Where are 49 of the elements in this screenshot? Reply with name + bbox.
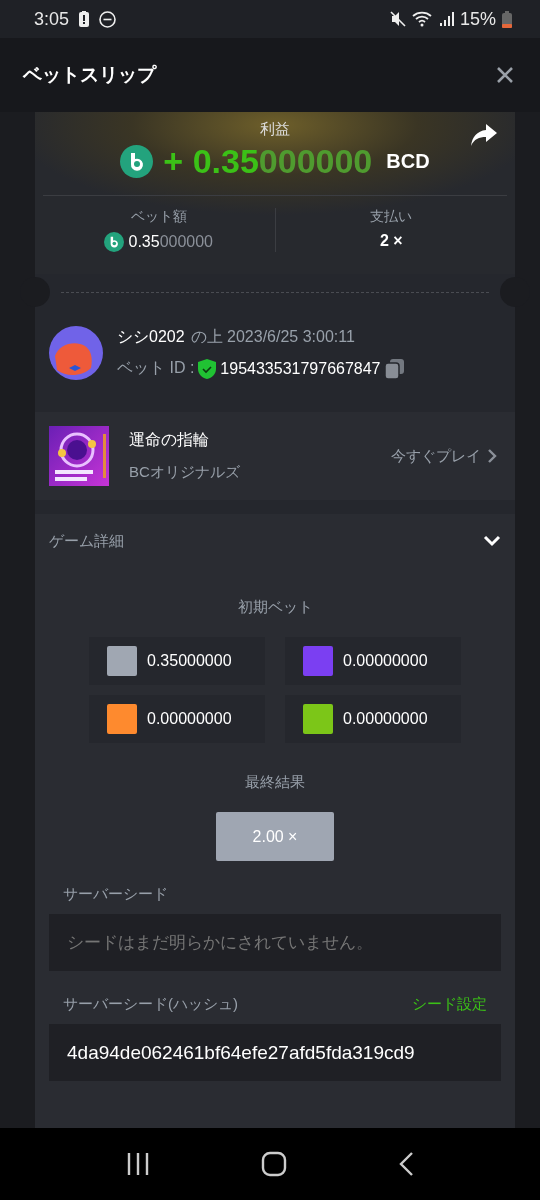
game-card[interactable]: 運命の指輪 BCオリジナルズ 今すぐプレイ <box>35 412 515 500</box>
seed-settings-link[interactable]: シード設定 <box>412 995 487 1014</box>
field-label: サーバーシード(ハッシュ) <box>63 995 238 1014</box>
bet-tile-amount: 0.00000000 <box>343 652 428 670</box>
back-icon[interactable] <box>398 1151 415 1177</box>
mute-icon <box>389 11 406 27</box>
battery-alert-icon <box>79 11 90 27</box>
copy-icon[interactable] <box>384 358 404 379</box>
payout-value: 2 × <box>379 232 403 250</box>
currency-code: BCD <box>386 149 430 173</box>
battery-icon <box>502 10 512 28</box>
payout-label: 支払い <box>370 208 413 226</box>
game-name: 運命の指輪 <box>129 430 210 450</box>
profit-amount: + 0.35000000 <box>163 141 373 181</box>
bet-amount-label: ベット額 <box>130 208 187 226</box>
bet-tile-amount: 0.35000000 <box>147 652 232 670</box>
bet-amount: 0.35000000 <box>128 233 213 251</box>
shield-check-icon <box>198 358 217 379</box>
status-time: 3:05 <box>34 8 70 30</box>
coin-icon <box>104 232 125 252</box>
hash-field[interactable]: 4da94de062461bf64efe27afd5fda319cd9 <box>49 1024 501 1081</box>
close-icon[interactable] <box>496 66 514 84</box>
chevron-right-icon <box>487 448 497 464</box>
seed-field[interactable]: シードはまだ明らかにされていません。 <box>49 914 501 971</box>
coin-icon <box>120 144 154 178</box>
bet-id-label: ベット ID : <box>117 358 195 378</box>
do-not-disturb-icon <box>99 10 117 28</box>
bet-id: 195433531797667847 <box>220 359 381 378</box>
home-icon[interactable] <box>261 1151 287 1177</box>
username[interactable]: シシ0202 <box>117 327 185 348</box>
result-multiplier: 2.00 × <box>216 812 334 861</box>
chevron-down-icon[interactable] <box>483 535 501 547</box>
field-label: サーバーシード <box>63 885 168 904</box>
share-icon[interactable] <box>471 124 497 146</box>
wifi-icon <box>411 11 434 27</box>
sheet-title: ベットスリップ <box>23 63 156 87</box>
bet-tile-amount: 0.00000000 <box>147 710 232 728</box>
signal-icon <box>439 12 454 26</box>
game-provider: BCオリジナルズ <box>129 463 241 482</box>
bet-time: の上 2023/6/25 3:00:11 <box>190 327 355 347</box>
profit-label: 利益 <box>260 120 290 139</box>
final-result-label: 最終結果 <box>244 773 306 792</box>
avatar <box>49 326 103 380</box>
recent-apps-icon[interactable] <box>125 1152 150 1176</box>
battery-percent: 15% <box>459 8 496 30</box>
bet-tile-amount: 0.00000000 <box>343 710 428 728</box>
section-title: ゲーム詳細 <box>49 531 124 551</box>
initial-bet-label: 初期ベット <box>236 598 314 617</box>
play-now-link[interactable]: 今すぐプレイ <box>387 446 501 466</box>
